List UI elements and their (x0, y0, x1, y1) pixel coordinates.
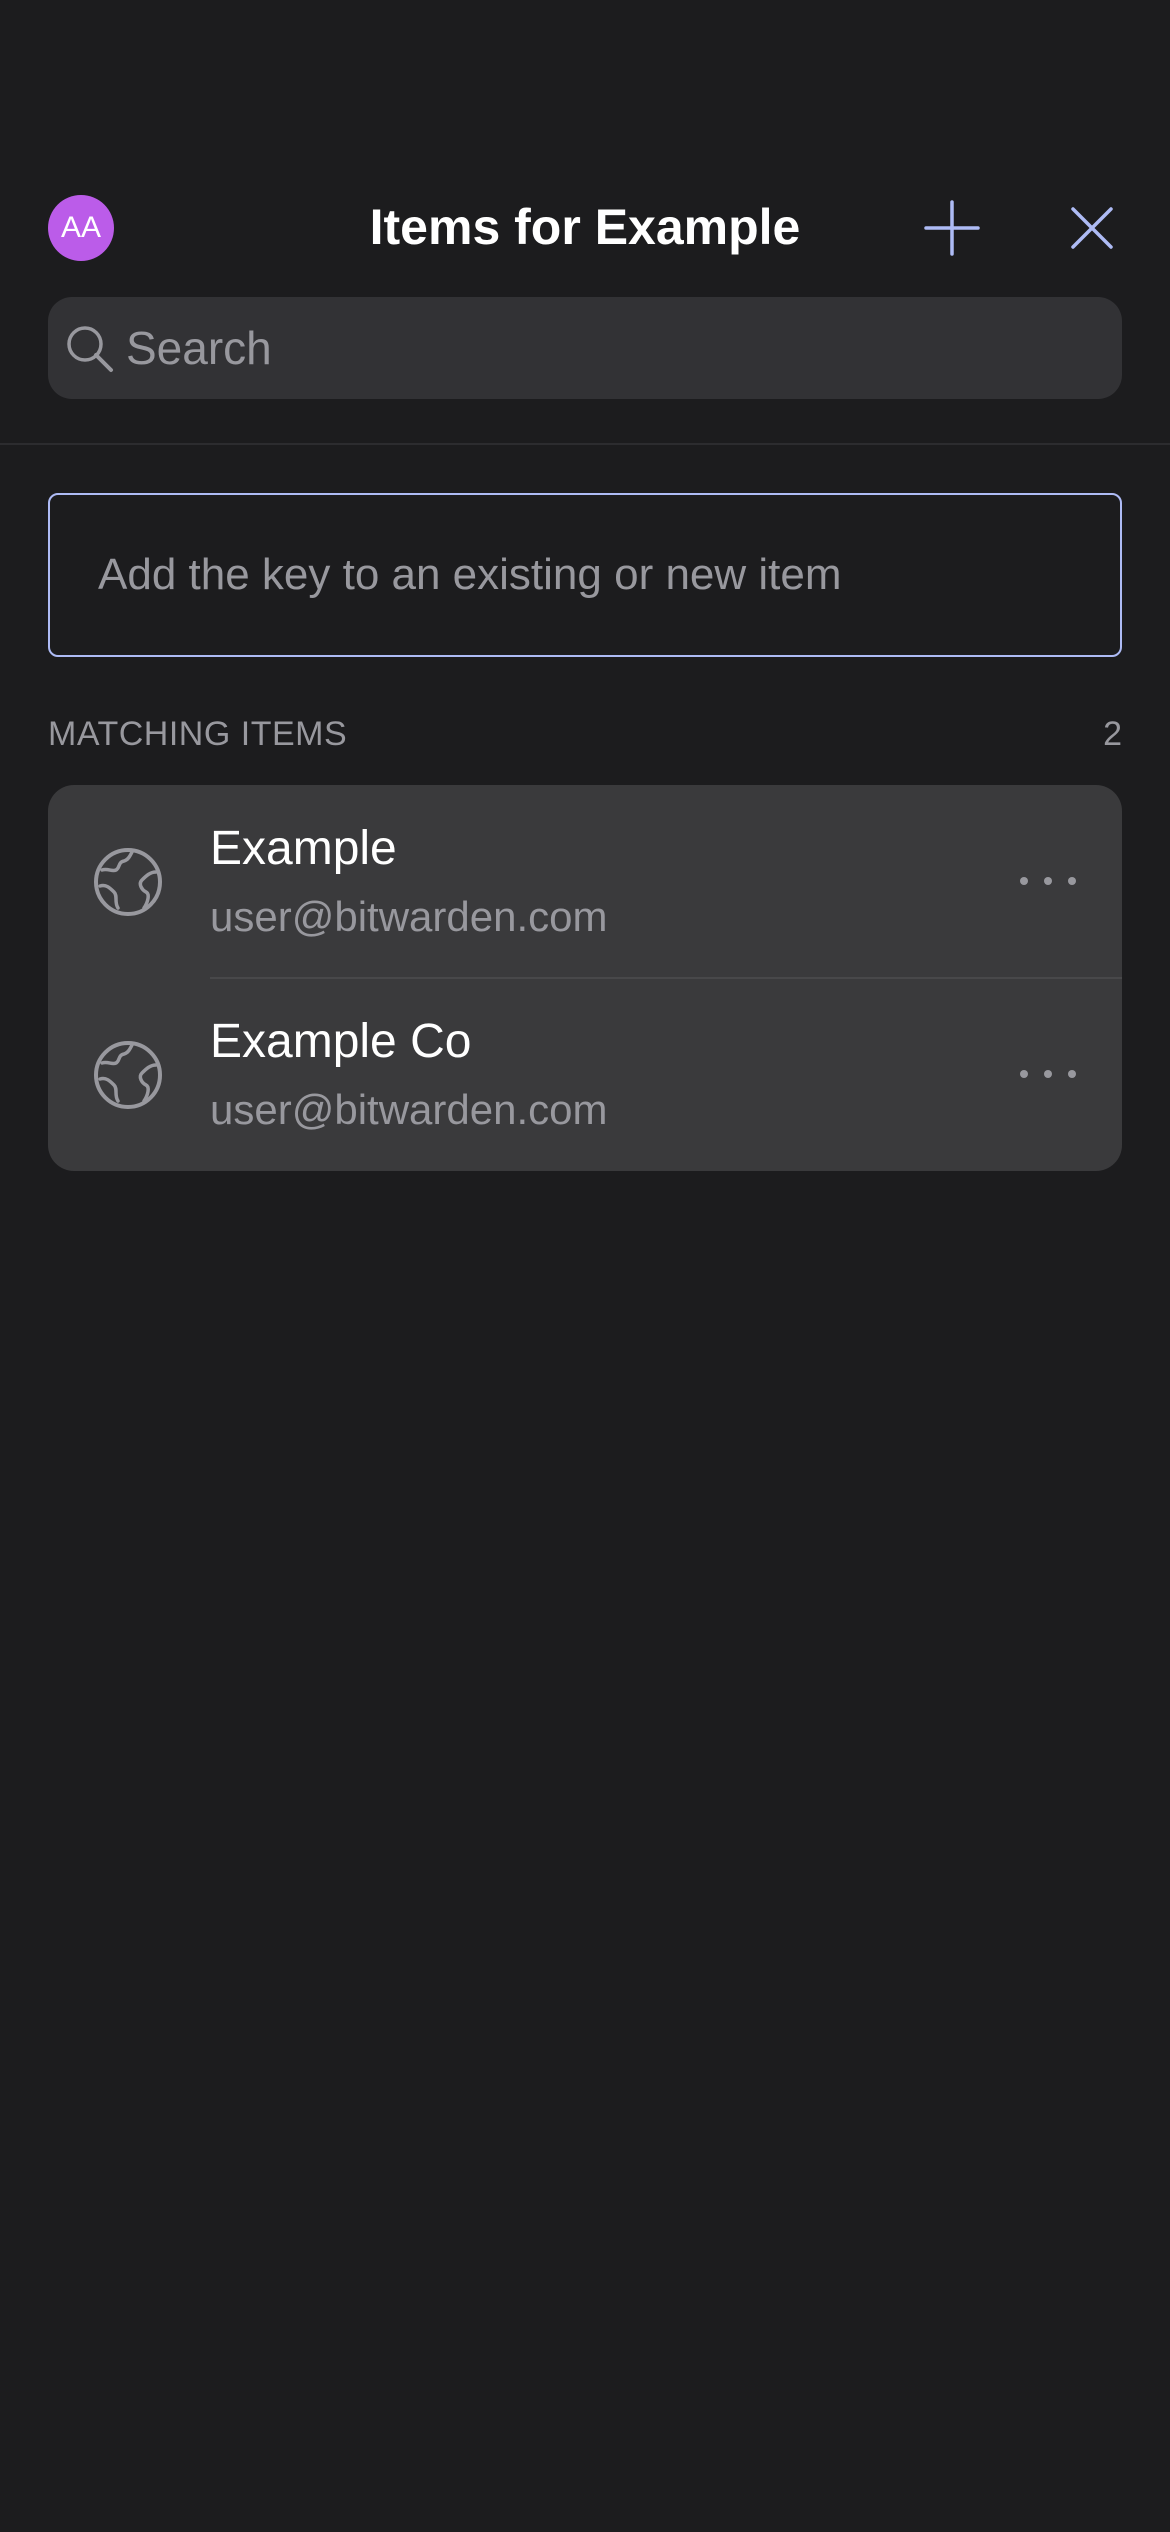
item-name: Example Co (210, 1015, 472, 1068)
avatar[interactable]: AA (48, 195, 114, 261)
more-icon (1020, 1070, 1076, 1078)
close-icon (1071, 207, 1113, 249)
list-item[interactable]: Example Co user@bitwarden.com (48, 978, 1122, 1171)
globe-icon (94, 1041, 162, 1109)
nav-header: AA Items for Example (0, 180, 1170, 276)
search-bar (48, 297, 1122, 399)
add-key-button[interactable]: Add the key to an existing or new item (48, 493, 1122, 657)
add-key-label: Add the key to an existing or new item (98, 550, 842, 599)
close-button[interactable] (1060, 196, 1124, 260)
search-input[interactable] (126, 297, 1106, 399)
header-divider (0, 443, 1170, 445)
globe-icon (94, 848, 162, 916)
section-count: 2 (1103, 715, 1122, 753)
item-username: user@bitwarden.com (210, 893, 608, 940)
add-item-button[interactable] (920, 196, 984, 260)
more-icon (1020, 877, 1076, 885)
item-name: Example (210, 822, 397, 875)
more-options-button[interactable] (1008, 1044, 1088, 1104)
page-title: Items for Example (369, 199, 801, 255)
item-username: user@bitwarden.com (210, 1086, 608, 1133)
screen: AA Items for Example Add the key to an e… (0, 0, 1170, 2532)
avatar-initials: AA (60, 211, 102, 244)
more-options-button[interactable] (1008, 851, 1088, 911)
matching-items-list: Example user@bitwarden.com Example Co us… (48, 785, 1122, 1171)
search-icon (67, 326, 113, 372)
list-item[interactable]: Example user@bitwarden.com (48, 785, 1122, 979)
section-header: MATCHING ITEMS (48, 715, 348, 753)
plus-icon (924, 200, 980, 256)
